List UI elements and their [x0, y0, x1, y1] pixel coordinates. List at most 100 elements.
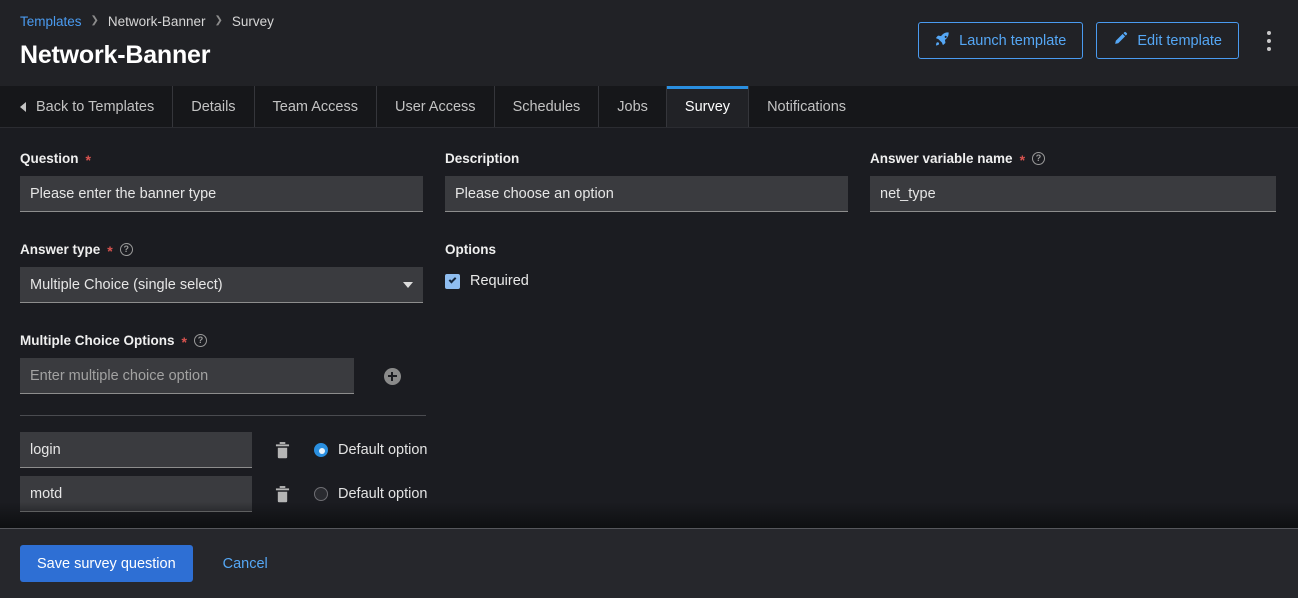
edit-template-label: Edit template [1137, 32, 1222, 49]
kebab-dot [1267, 46, 1271, 51]
tab-bar: Back to Templates Details Team Access Us… [0, 86, 1298, 128]
multiple-choice-group: Multiple Choice Options * ? Enter multip… [20, 331, 1278, 512]
tab-label: Notifications [767, 98, 847, 115]
delete-option-button[interactable] [264, 485, 300, 503]
tab-label: User Access [394, 98, 476, 115]
kebab-dot [1267, 30, 1271, 35]
question-label: Question [20, 150, 79, 166]
answer-variable-label: Answer variable name [870, 150, 1013, 166]
required-asterisk: * [1019, 152, 1026, 168]
answer-type-label: Answer type [20, 241, 101, 257]
option-row: login Default option [20, 432, 1278, 468]
survey-form: Question * Please enter the banner type … [0, 128, 1298, 598]
row2-spacer [870, 240, 1278, 303]
chevron-left-icon [20, 101, 26, 112]
delete-option-button[interactable] [264, 441, 300, 459]
multiple-choice-placeholder: Enter multiple choice option [30, 367, 209, 384]
question-label-row: Question * [20, 149, 445, 168]
options-label: Options [445, 241, 496, 257]
breadcrumb-item-templates[interactable]: Templates [20, 13, 82, 31]
question-field-group: Question * Please enter the banner type [20, 149, 445, 212]
breadcrumb-separator: ❯ [90, 15, 99, 26]
multiple-choice-label-row: Multiple Choice Options * ? [20, 331, 1278, 349]
required-checkbox-row[interactable]: Required [445, 271, 870, 291]
required-checkbox[interactable] [445, 273, 460, 289]
breadcrumb-item-survey: Survey [231, 14, 274, 29]
help-icon[interactable]: ? [1032, 151, 1046, 165]
tab-label: Schedules [512, 98, 581, 115]
question-input[interactable]: Please enter the banner type [20, 176, 423, 212]
option-input-value: motd [30, 485, 63, 502]
pencil-icon [1113, 31, 1128, 50]
form-row-1: Question * Please enter the banner type … [20, 149, 1278, 212]
tab-schedules[interactable]: Schedules [495, 86, 600, 127]
chevron-down-icon [403, 281, 413, 288]
option-input[interactable]: motd [20, 476, 252, 512]
tab-team-access[interactable]: Team Access [255, 86, 377, 127]
tab-label: Team Access [272, 98, 358, 115]
answer-type-field-group: Answer type * ? Multiple Choice (single … [20, 240, 445, 303]
help-icon[interactable]: ? [119, 242, 133, 256]
answer-variable-field-group: Answer variable name * ? net_type [870, 149, 1278, 212]
description-label-row: Description [445, 149, 870, 167]
page-header: Templates ❯ Network-Banner ❯ Survey Netw… [0, 0, 1298, 86]
description-field-group: Description Please choose an option [445, 149, 870, 212]
tab-survey[interactable]: Survey [666, 86, 750, 127]
add-option-button[interactable] [372, 358, 412, 394]
answer-type-selected-value: Multiple Choice (single select) [30, 276, 223, 293]
description-input[interactable]: Please choose an option [445, 176, 848, 212]
tab-notifications[interactable]: Notifications [749, 86, 864, 127]
multiple-choice-input-row: Enter multiple choice option [20, 358, 1278, 394]
required-asterisk: * [107, 243, 113, 259]
help-icon[interactable]: ? [193, 333, 207, 347]
launch-template-button[interactable]: Launch template [918, 22, 1084, 59]
multiple-choice-label: Multiple Choice Options [20, 332, 175, 348]
answer-type-label-row: Answer type * ? [20, 240, 445, 258]
default-option-radio-row[interactable]: Default option [314, 486, 427, 502]
form-row-2: Answer type * ? Multiple Choice (single … [20, 240, 1278, 303]
cancel-button[interactable]: Cancel [219, 552, 272, 576]
default-option-radio-row[interactable]: Default option [314, 442, 427, 458]
options-field-group: Options Required [445, 240, 870, 303]
tab-label: Details [191, 98, 236, 115]
tab-jobs[interactable]: Jobs [599, 86, 667, 127]
required-asterisk: * [181, 334, 187, 350]
multiple-choice-input[interactable]: Enter multiple choice option [20, 358, 354, 394]
breadcrumb-separator: ❯ [214, 15, 223, 26]
default-option-label: Default option [338, 442, 428, 458]
required-checkbox-label: Required [470, 273, 529, 289]
edit-template-button[interactable]: Edit template [1096, 22, 1239, 59]
option-input-value: login [30, 441, 61, 458]
question-input-value: Please enter the banner type [30, 185, 217, 202]
answer-type-select[interactable]: Multiple Choice (single select) [20, 267, 423, 303]
rocket-icon [935, 31, 950, 50]
options-divider [20, 415, 426, 416]
default-option-label: Default option [338, 486, 428, 502]
save-survey-question-button[interactable]: Save survey question [20, 545, 193, 582]
tab-label: Jobs [617, 98, 648, 115]
check-icon [448, 275, 457, 284]
default-option-radio[interactable] [314, 443, 328, 457]
option-row: motd Default option [20, 476, 1278, 512]
tab-label: Back to Templates [36, 98, 155, 115]
header-actions: Launch template Edit template [918, 22, 1282, 59]
tab-back-to-templates[interactable]: Back to Templates [0, 86, 174, 127]
answer-variable-input[interactable]: net_type [870, 176, 1276, 212]
answer-variable-input-value: net_type [880, 185, 936, 202]
answer-variable-label-row: Answer variable name * ? [870, 149, 1278, 167]
trash-icon [275, 441, 289, 458]
breadcrumb-item-network-banner: Network-Banner [107, 14, 206, 29]
description-input-value: Please choose an option [455, 185, 614, 202]
launch-template-label: Launch template [959, 32, 1067, 49]
required-asterisk: * [85, 152, 91, 168]
tab-user-access[interactable]: User Access [377, 86, 495, 127]
plus-circle-icon [383, 367, 401, 385]
trash-icon [275, 485, 289, 502]
default-option-radio[interactable] [314, 487, 328, 501]
options-label-row: Options [445, 240, 870, 258]
option-input[interactable]: login [20, 432, 252, 468]
template-survey-page: Templates ❯ Network-Banner ❯ Survey Netw… [0, 0, 1298, 598]
kebab-menu-icon[interactable] [1256, 24, 1282, 58]
tab-details[interactable]: Details [173, 86, 255, 127]
form-footer: Save survey question Cancel [0, 528, 1298, 598]
